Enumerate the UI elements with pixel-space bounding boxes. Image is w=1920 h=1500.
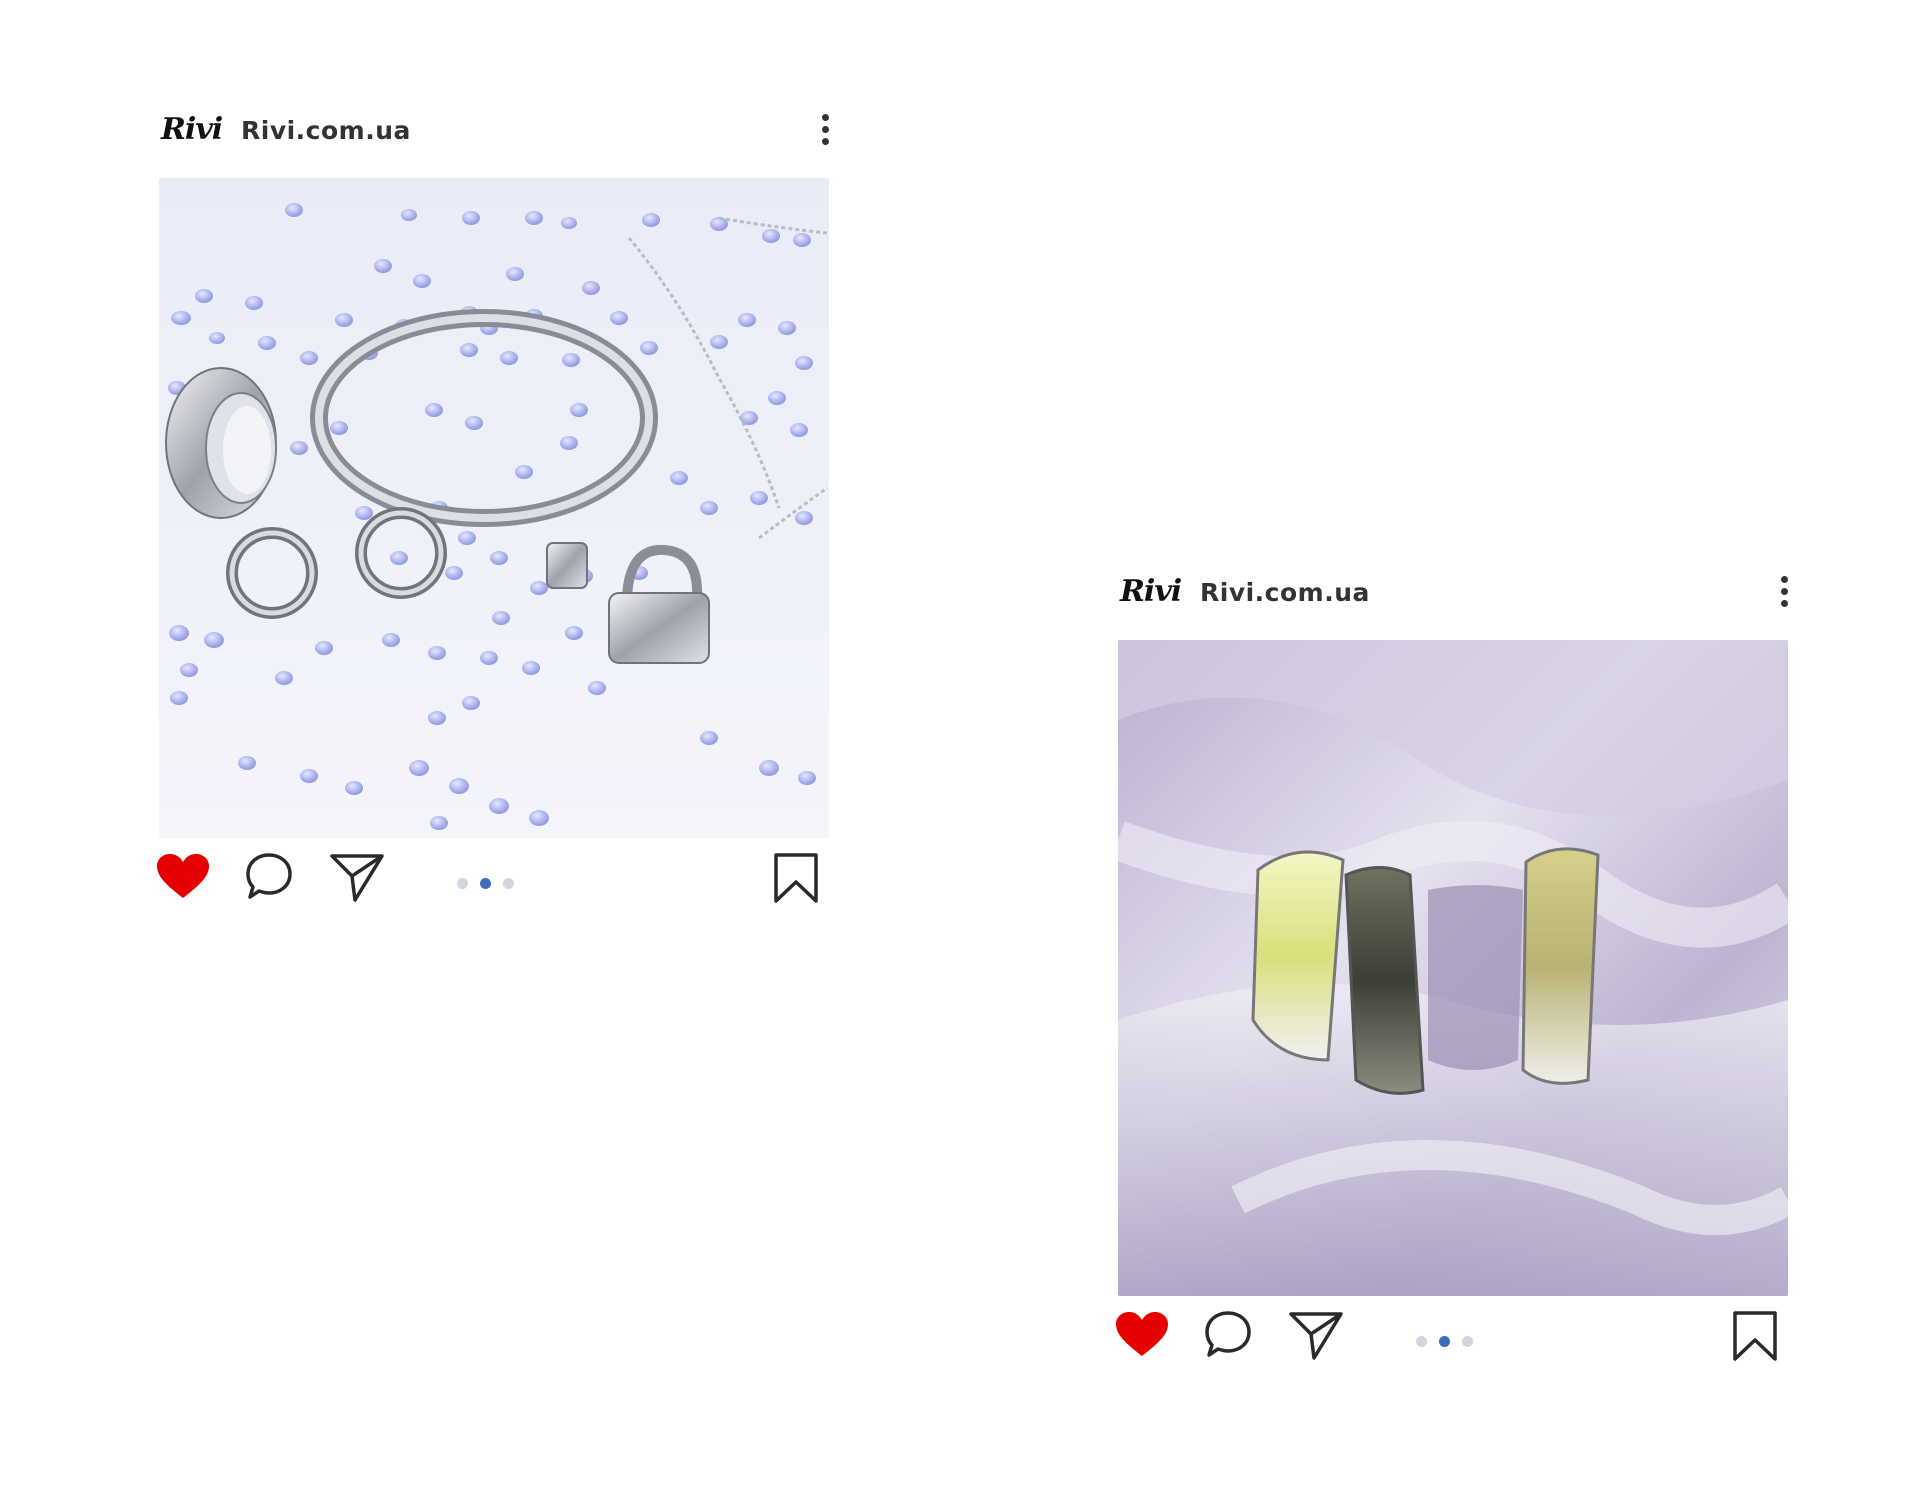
carousel-dot[interactable] bbox=[1462, 1336, 1473, 1347]
save-button[interactable] bbox=[1732, 1310, 1778, 1366]
save-button[interactable] bbox=[773, 852, 819, 908]
heart-icon bbox=[1116, 1312, 1168, 1356]
bookmark-icon bbox=[1733, 1311, 1777, 1361]
send-button[interactable] bbox=[1288, 1310, 1344, 1364]
action-bar bbox=[1116, 1296, 1788, 1364]
more-options-icon[interactable] bbox=[1780, 576, 1788, 610]
send-icon bbox=[330, 854, 384, 902]
carousel-dot-active[interactable] bbox=[480, 878, 491, 889]
carousel-dot-active[interactable] bbox=[1439, 1336, 1450, 1347]
brand-logo[interactable]: Rivi bbox=[1120, 574, 1182, 609]
post-card: Rivi Rivi.com.ua bbox=[157, 100, 829, 906]
comment-icon bbox=[246, 853, 292, 899]
comment-button[interactable] bbox=[245, 852, 293, 906]
account-name[interactable]: Rivi.com.ua bbox=[1200, 578, 1370, 607]
post-image[interactable] bbox=[159, 178, 829, 838]
heart-icon bbox=[157, 854, 209, 898]
like-button[interactable] bbox=[155, 852, 211, 906]
action-bar bbox=[157, 838, 829, 906]
more-options-icon[interactable] bbox=[821, 114, 829, 148]
post-card: Rivi Rivi.com.ua bbox=[1116, 562, 1788, 1364]
brand-logo[interactable]: Rivi bbox=[161, 112, 223, 147]
send-button[interactable] bbox=[329, 852, 385, 906]
carousel-indicator bbox=[457, 878, 514, 889]
post-image[interactable] bbox=[1118, 640, 1788, 1296]
post-header: Rivi Rivi.com.ua bbox=[159, 100, 829, 160]
carousel-dot[interactable] bbox=[503, 878, 514, 889]
carousel-dot[interactable] bbox=[1416, 1336, 1427, 1347]
carousel-indicator bbox=[1416, 1336, 1473, 1347]
comment-button[interactable] bbox=[1204, 1310, 1252, 1364]
account-name[interactable]: Rivi.com.ua bbox=[241, 116, 411, 145]
post-header: Rivi Rivi.com.ua bbox=[1118, 562, 1788, 622]
send-icon bbox=[1289, 1312, 1343, 1360]
bookmark-icon bbox=[774, 853, 818, 903]
like-button[interactable] bbox=[1114, 1310, 1170, 1364]
comment-icon bbox=[1205, 1311, 1251, 1357]
carousel-dot[interactable] bbox=[457, 878, 468, 889]
